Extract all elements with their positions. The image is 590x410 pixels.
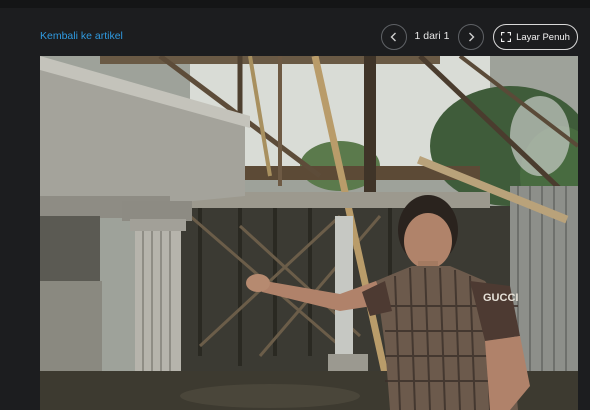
- chevron-left-icon: [390, 32, 396, 42]
- article-photo: GUCCI: [40, 56, 578, 410]
- photo-scene: GUCCI: [40, 56, 578, 410]
- fullscreen-label: Layar Penuh: [516, 31, 570, 43]
- top-bar: [0, 0, 590, 8]
- shirt-print-text: GUCCI: [483, 292, 518, 304]
- back-to-article-link[interactable]: Kembali ke artikel: [40, 30, 123, 42]
- page-counter: 1 dari 1: [414, 30, 450, 42]
- fullscreen-icon: [501, 32, 512, 42]
- fullscreen-button[interactable]: Layar Penuh: [493, 24, 578, 50]
- chevron-right-icon: [469, 32, 475, 42]
- previous-image-button[interactable]: [381, 24, 407, 50]
- next-image-button[interactable]: [458, 24, 484, 50]
